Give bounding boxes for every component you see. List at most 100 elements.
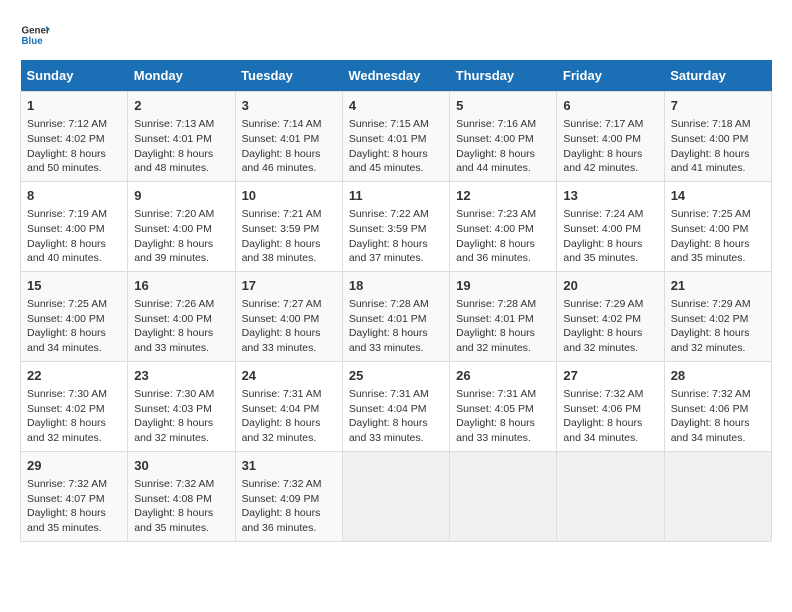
day-number: 7 <box>671 97 765 115</box>
day-cell: 1 Sunrise: 7:12 AM Sunset: 4:02 PM Daylig… <box>21 92 128 182</box>
day-cell: 29Sunrise: 7:32 AM Sunset: 4:07 PM Dayli… <box>21 451 128 541</box>
day-cell <box>450 451 557 541</box>
logo-icon: General Blue <box>20 20 50 50</box>
day-cell: 8 Sunrise: 7:19 AM Sunset: 4:00 PM Daylig… <box>21 181 128 271</box>
day-number: 2 <box>134 97 228 115</box>
week-row-4: 22Sunrise: 7:30 AM Sunset: 4:02 PM Dayli… <box>21 361 772 451</box>
day-info: Sunrise: 7:12 AM Sunset: 4:02 PM Dayligh… <box>27 117 121 176</box>
day-cell: 7 Sunrise: 7:18 AM Sunset: 4:00 PM Daylig… <box>664 92 771 182</box>
day-info: Sunrise: 7:31 AM Sunset: 4:04 PM Dayligh… <box>349 387 443 446</box>
day-cell: 21 Sunrise: 7:29 AM Sunset: 4:02 PM Dayli… <box>664 271 771 361</box>
day-info: Sunrise: 7:30 AM Sunset: 4:03 PM Dayligh… <box>134 387 228 446</box>
day-cell: 28 Sunrise: 7:32 AM Sunset: 4:06 PM Dayli… <box>664 361 771 451</box>
day-info: Sunrise: 7:31 AM Sunset: 4:04 PM Dayligh… <box>242 387 336 446</box>
svg-text:Blue: Blue <box>22 36 44 47</box>
day-cell: 14 Sunrise: 7:25 AM Sunset: 4:00 PM Dayli… <box>664 181 771 271</box>
day-cell <box>664 451 771 541</box>
day-info: Sunrise: 7:18 AM Sunset: 4:00 PM Dayligh… <box>671 117 765 176</box>
day-info: Sunrise: 7:14 AM Sunset: 4:01 PM Dayligh… <box>242 117 336 176</box>
week-row-2: 8 Sunrise: 7:19 AM Sunset: 4:00 PM Daylig… <box>21 181 772 271</box>
day-info: Sunrise: 7:28 AM Sunset: 4:01 PM Dayligh… <box>349 297 443 356</box>
day-number: 21 <box>671 277 765 295</box>
page-header: General Blue <box>20 20 772 50</box>
day-number: 19 <box>456 277 550 295</box>
day-number: 24 <box>242 367 336 385</box>
day-cell: 16 Sunrise: 7:26 AM Sunset: 4:00 PM Dayli… <box>128 271 235 361</box>
header-cell-friday: Friday <box>557 60 664 92</box>
day-cell: 19 Sunrise: 7:28 AM Sunset: 4:01 PM Dayli… <box>450 271 557 361</box>
day-info: Sunrise: 7:19 AM Sunset: 4:00 PM Dayligh… <box>27 207 121 266</box>
header-row: SundayMondayTuesdayWednesdayThursdayFrid… <box>21 60 772 92</box>
day-info: Sunrise: 7:32 AM Sunset: 4:06 PM Dayligh… <box>563 387 657 446</box>
day-number: 31 <box>242 457 336 475</box>
calendar-table: SundayMondayTuesdayWednesdayThursdayFrid… <box>20 60 772 542</box>
day-info: Sunrise: 7:27 AM Sunset: 4:00 PM Dayligh… <box>242 297 336 356</box>
day-number: 11 <box>349 187 443 205</box>
day-cell <box>342 451 449 541</box>
day-cell: 25 Sunrise: 7:31 AM Sunset: 4:04 PM Dayli… <box>342 361 449 451</box>
day-number: 28 <box>671 367 765 385</box>
day-number: 18 <box>349 277 443 295</box>
day-number: 10 <box>242 187 336 205</box>
day-number: 8 <box>27 187 121 205</box>
day-info: Sunrise: 7:26 AM Sunset: 4:00 PM Dayligh… <box>134 297 228 356</box>
day-info: Sunrise: 7:32 AM Sunset: 4:09 PM Dayligh… <box>242 477 336 536</box>
week-row-5: 29Sunrise: 7:32 AM Sunset: 4:07 PM Dayli… <box>21 451 772 541</box>
svg-text:General: General <box>22 26 51 37</box>
day-info: Sunrise: 7:29 AM Sunset: 4:02 PM Dayligh… <box>671 297 765 356</box>
day-cell: 27 Sunrise: 7:32 AM Sunset: 4:06 PM Dayli… <box>557 361 664 451</box>
day-info: Sunrise: 7:25 AM Sunset: 4:00 PM Dayligh… <box>27 297 121 356</box>
header-cell-monday: Monday <box>128 60 235 92</box>
header-cell-thursday: Thursday <box>450 60 557 92</box>
day-info: Sunrise: 7:16 AM Sunset: 4:00 PM Dayligh… <box>456 117 550 176</box>
day-number: 1 <box>27 97 121 115</box>
day-info: Sunrise: 7:21 AM Sunset: 3:59 PM Dayligh… <box>242 207 336 266</box>
day-cell: 31 Sunrise: 7:32 AM Sunset: 4:09 PM Dayli… <box>235 451 342 541</box>
day-cell: 23 Sunrise: 7:30 AM Sunset: 4:03 PM Dayli… <box>128 361 235 451</box>
day-cell: 17Sunrise: 7:27 AM Sunset: 4:00 PM Dayli… <box>235 271 342 361</box>
day-info: Sunrise: 7:31 AM Sunset: 4:05 PM Dayligh… <box>456 387 550 446</box>
day-number: 30 <box>134 457 228 475</box>
day-number: 16 <box>134 277 228 295</box>
day-number: 12 <box>456 187 550 205</box>
day-cell: 18 Sunrise: 7:28 AM Sunset: 4:01 PM Dayli… <box>342 271 449 361</box>
day-info: Sunrise: 7:17 AM Sunset: 4:00 PM Dayligh… <box>563 117 657 176</box>
day-number: 5 <box>456 97 550 115</box>
day-number: 9 <box>134 187 228 205</box>
day-number: 13 <box>563 187 657 205</box>
day-cell: 4 Sunrise: 7:15 AM Sunset: 4:01 PM Daylig… <box>342 92 449 182</box>
day-number: 27 <box>563 367 657 385</box>
day-info: Sunrise: 7:13 AM Sunset: 4:01 PM Dayligh… <box>134 117 228 176</box>
day-number: 3 <box>242 97 336 115</box>
day-info: Sunrise: 7:25 AM Sunset: 4:00 PM Dayligh… <box>671 207 765 266</box>
day-number: 14 <box>671 187 765 205</box>
day-number: 15 <box>27 277 121 295</box>
day-cell: 30 Sunrise: 7:32 AM Sunset: 4:08 PM Dayli… <box>128 451 235 541</box>
day-info: Sunrise: 7:32 AM Sunset: 4:08 PM Dayligh… <box>134 477 228 536</box>
header-cell-tuesday: Tuesday <box>235 60 342 92</box>
week-row-1: 1 Sunrise: 7:12 AM Sunset: 4:02 PM Daylig… <box>21 92 772 182</box>
day-info: Sunrise: 7:15 AM Sunset: 4:01 PM Dayligh… <box>349 117 443 176</box>
day-cell: 2 Sunrise: 7:13 AM Sunset: 4:01 PM Daylig… <box>128 92 235 182</box>
day-number: 6 <box>563 97 657 115</box>
day-info: Sunrise: 7:23 AM Sunset: 4:00 PM Dayligh… <box>456 207 550 266</box>
day-number: 25 <box>349 367 443 385</box>
day-number: 20 <box>563 277 657 295</box>
header-cell-wednesday: Wednesday <box>342 60 449 92</box>
day-cell: 11 Sunrise: 7:22 AM Sunset: 3:59 PM Dayli… <box>342 181 449 271</box>
day-info: Sunrise: 7:24 AM Sunset: 4:00 PM Dayligh… <box>563 207 657 266</box>
day-cell: 24 Sunrise: 7:31 AM Sunset: 4:04 PM Dayli… <box>235 361 342 451</box>
day-cell: 5 Sunrise: 7:16 AM Sunset: 4:00 PM Daylig… <box>450 92 557 182</box>
week-row-3: 15 Sunrise: 7:25 AM Sunset: 4:00 PM Dayli… <box>21 271 772 361</box>
day-info: Sunrise: 7:28 AM Sunset: 4:01 PM Dayligh… <box>456 297 550 356</box>
day-number: 23 <box>134 367 228 385</box>
day-number: 22 <box>27 367 121 385</box>
day-cell: 26Sunrise: 7:31 AM Sunset: 4:05 PM Dayli… <box>450 361 557 451</box>
day-cell: 10 Sunrise: 7:21 AM Sunset: 3:59 PM Dayli… <box>235 181 342 271</box>
day-info: Sunrise: 7:32 AM Sunset: 4:06 PM Dayligh… <box>671 387 765 446</box>
day-info: Sunrise: 7:22 AM Sunset: 3:59 PM Dayligh… <box>349 207 443 266</box>
header-cell-sunday: Sunday <box>21 60 128 92</box>
day-cell: 22Sunrise: 7:30 AM Sunset: 4:02 PM Dayli… <box>21 361 128 451</box>
header-cell-saturday: Saturday <box>664 60 771 92</box>
day-number: 4 <box>349 97 443 115</box>
